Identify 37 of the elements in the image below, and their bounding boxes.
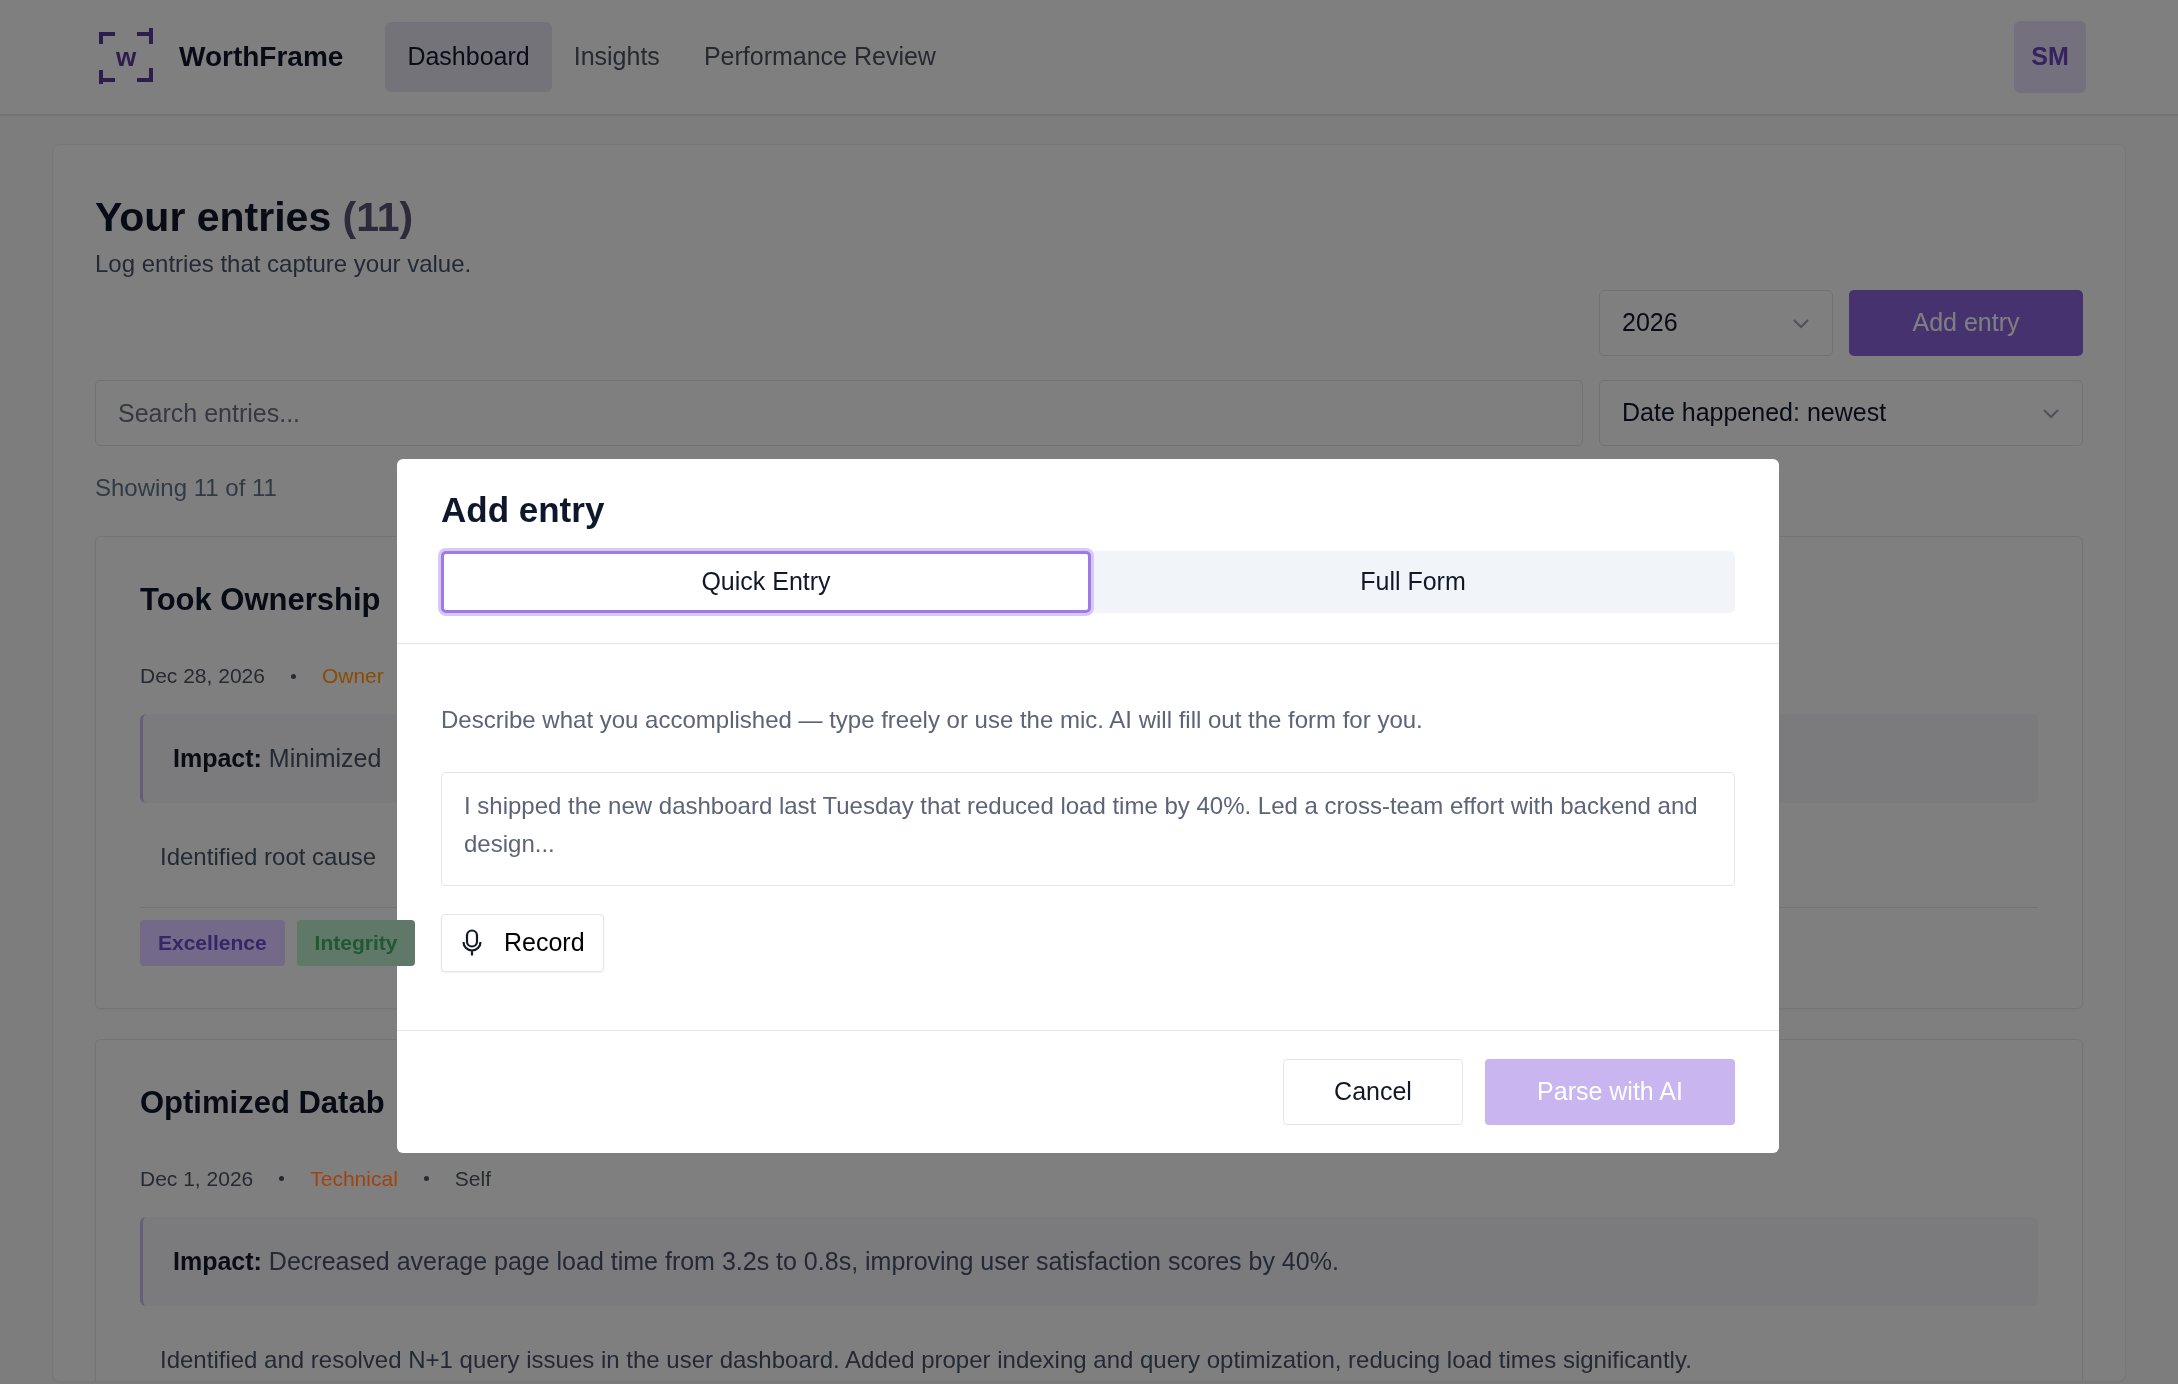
- page-subtitle: Log entries that capture your value.: [95, 249, 473, 280]
- logo[interactable]: w: [97, 28, 155, 86]
- sort-select[interactable]: Date happened: newest: [1599, 380, 2083, 447]
- impact-callout: Impact: Decreased average page load time from 3.2s to 0.8s, improving user satisfaction scores by 40%.: [140, 1216, 2038, 1307]
- cancel-button[interactable]: Cancel: [1283, 1059, 1463, 1125]
- entry-title: Optimized Datab: [140, 1083, 385, 1122]
- tab[interactable]: Quick Entry: [441, 551, 1091, 613]
- entry-date: Dec 28, 2026: [140, 663, 265, 690]
- entry-category: Technical: [310, 1166, 398, 1193]
- record-button[interactable]: Record: [441, 914, 604, 972]
- brand-name: WorthFrame: [179, 40, 344, 74]
- value-tag: Integrity: [296, 920, 416, 966]
- search-field[interactable]: Search entries...: [95, 380, 1583, 447]
- avatar[interactable]: SM: [2014, 21, 2086, 93]
- entry-date: Dec 1, 2026: [140, 1166, 254, 1193]
- page-title: Your entries (11): [95, 193, 415, 242]
- year-select[interactable]: 2026: [1599, 290, 1833, 357]
- value-tag: Excellence: [140, 920, 285, 966]
- entry-description: Identified root cause: [160, 842, 377, 873]
- entry-category: Owner: [321, 663, 384, 690]
- nav-link[interactable]: Insights: [551, 22, 682, 92]
- nav-link[interactable]: Performance Review: [681, 22, 958, 92]
- chevron-down-icon: [1792, 317, 1810, 330]
- entry-textarea[interactable]: I shipped the new dashboard last Tuesday that reduced load time by 40%. Led a cross-team effort with backend and design...: [441, 772, 1735, 886]
- chevron-down-icon: [2042, 407, 2060, 420]
- microphone-icon: [462, 929, 482, 957]
- nav-link[interactable]: Dashboard: [385, 22, 552, 92]
- add-entry-button[interactable]: Add entry: [1849, 290, 2083, 357]
- separator-dot: [279, 1176, 285, 1182]
- separator-dot: [423, 1176, 429, 1182]
- entry-description: Identified and resolved N+1 query issues in the user dashboard. Added proper indexing and query optimization, reducing load times significantly.: [160, 1345, 1692, 1376]
- tab[interactable]: Full Form: [1091, 551, 1735, 613]
- entry-title: Took Ownership: [140, 581, 381, 619]
- separator-dot: [290, 673, 296, 679]
- modal-title: Add entry: [441, 489, 606, 531]
- result-count: Showing 11 of 11: [95, 473, 278, 504]
- entry-source: Self: [454, 1166, 491, 1193]
